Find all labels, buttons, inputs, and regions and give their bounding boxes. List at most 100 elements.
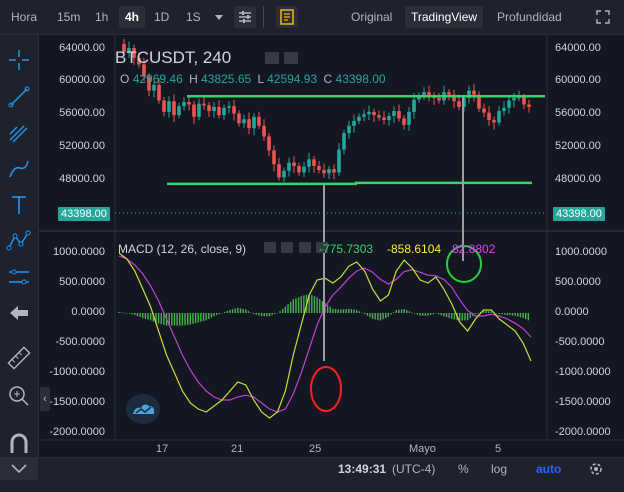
indicators-settings-icon[interactable] xyxy=(234,6,256,28)
tab-original[interactable]: Original xyxy=(351,0,392,34)
percent-toggle[interactable]: % xyxy=(458,458,469,480)
histogram-bar xyxy=(466,313,469,321)
back-arrow-icon[interactable] xyxy=(6,300,32,326)
candle-body xyxy=(457,101,461,107)
candle-body xyxy=(522,97,526,105)
macd-title: MACD (12, 26, close, 9) xyxy=(118,242,247,256)
histogram-bar xyxy=(136,313,139,317)
interval-15m[interactable]: 15m xyxy=(57,0,80,34)
histogram-bar xyxy=(131,313,133,315)
time-tick: 17 xyxy=(156,443,169,455)
histogram-bar xyxy=(448,313,450,319)
eye-icon[interactable] xyxy=(265,52,279,64)
interval-1h[interactable]: 1h xyxy=(95,0,108,34)
zoom-icon[interactable] xyxy=(6,383,32,409)
fullscreen-icon[interactable] xyxy=(592,6,614,28)
open-value: 42969.46 xyxy=(132,72,183,86)
histogram-bar xyxy=(123,312,125,314)
interval-1s[interactable]: 1S xyxy=(186,0,201,34)
trading-chart-app: Hora 15m 1h 4h 1D 1S Original TradingVie… xyxy=(0,0,624,492)
candle-body xyxy=(492,120,496,123)
candle-body xyxy=(322,169,326,174)
histogram-bar xyxy=(147,313,149,320)
candle-body xyxy=(472,90,476,95)
tab-tradingview[interactable]: TradingView xyxy=(405,6,484,28)
histogram-bar xyxy=(522,313,524,319)
histogram-bar xyxy=(398,309,400,313)
candle-body xyxy=(412,99,416,112)
histogram-bar xyxy=(474,313,477,315)
text-icon[interactable] xyxy=(6,192,32,218)
histogram-bar xyxy=(361,312,363,314)
interval-hora[interactable]: Hora xyxy=(11,0,37,34)
time-tick: 21 xyxy=(231,443,244,455)
measure-icon[interactable] xyxy=(6,264,32,290)
gear-icon[interactable] xyxy=(281,242,294,253)
ruler-icon[interactable] xyxy=(6,345,32,371)
histogram-bar xyxy=(377,313,379,320)
candle-body xyxy=(327,169,331,174)
histogram-bar xyxy=(382,313,384,320)
candle-body xyxy=(167,101,171,112)
histogram-bar xyxy=(208,313,210,319)
histogram-bar xyxy=(440,313,442,316)
candle-body xyxy=(252,116,256,129)
candle-body xyxy=(162,100,166,112)
interval-4h[interactable]: 4h xyxy=(119,6,146,28)
close-icon[interactable] xyxy=(298,242,311,253)
histogram-bar xyxy=(245,309,247,313)
histogram-bar xyxy=(210,313,213,318)
tab-profundidad[interactable]: Profundidad xyxy=(497,0,562,34)
histogram-bar xyxy=(329,306,331,313)
histogram-bar xyxy=(511,313,514,316)
price-tick-left: 60000.00 xyxy=(59,74,105,86)
eye-icon[interactable] xyxy=(264,242,276,253)
histogram-bar xyxy=(179,313,181,326)
close-value: 43398.00 xyxy=(335,72,386,86)
macd-line-value: -858.6104 xyxy=(387,242,442,256)
price-tick-left: 56000.00 xyxy=(59,107,105,119)
gear-icon[interactable] xyxy=(284,52,299,64)
histogram-bar xyxy=(319,299,321,313)
candle-body xyxy=(382,117,386,121)
histogram-bar xyxy=(477,313,479,314)
timezone[interactable]: (UTC-4) xyxy=(392,458,435,480)
macd-tick: 500.0000 xyxy=(555,276,601,288)
price-tick: 60000.00 xyxy=(555,74,601,86)
crosshair-icon[interactable] xyxy=(6,47,32,73)
interval-1d[interactable]: 1D xyxy=(154,0,169,34)
candle-body xyxy=(372,111,376,116)
histogram-bar xyxy=(374,313,376,320)
auto-toggle[interactable]: auto xyxy=(536,458,561,480)
log-toggle[interactable]: log xyxy=(491,458,507,480)
gear-icon[interactable] xyxy=(588,461,604,477)
histogram-bar xyxy=(157,313,160,324)
magnet-icon[interactable] xyxy=(6,431,32,457)
trendline-icon[interactable] xyxy=(6,84,32,110)
macd-tick: -500.0000 xyxy=(555,336,605,348)
candle-body xyxy=(377,115,381,118)
candle-body xyxy=(357,116,361,121)
candle-body xyxy=(332,169,336,173)
candle-body xyxy=(482,108,486,113)
chevron-down-icon[interactable] xyxy=(208,6,230,28)
candle-body xyxy=(407,111,411,125)
histogram-bar xyxy=(200,313,202,322)
brush-icon[interactable] xyxy=(6,156,32,182)
pattern-icon[interactable] xyxy=(6,228,32,254)
collapse-toggle[interactable]: ‹ xyxy=(40,387,50,411)
histogram-bar xyxy=(369,313,371,318)
histogram-bar xyxy=(303,295,305,313)
candle-body xyxy=(487,112,491,121)
histogram-bar xyxy=(194,313,197,324)
histogram-bar xyxy=(443,313,445,317)
candle-body xyxy=(507,100,511,108)
legend-actions[interactable] xyxy=(265,52,299,67)
chevron-down-icon[interactable] xyxy=(0,458,38,480)
histogram-bar xyxy=(379,313,382,321)
notes-icon[interactable] xyxy=(276,6,298,28)
macd-tick: 0.0000 xyxy=(555,306,589,318)
candle-body xyxy=(172,101,176,116)
histogram-bar xyxy=(216,313,218,316)
fib-icon[interactable] xyxy=(6,120,32,146)
